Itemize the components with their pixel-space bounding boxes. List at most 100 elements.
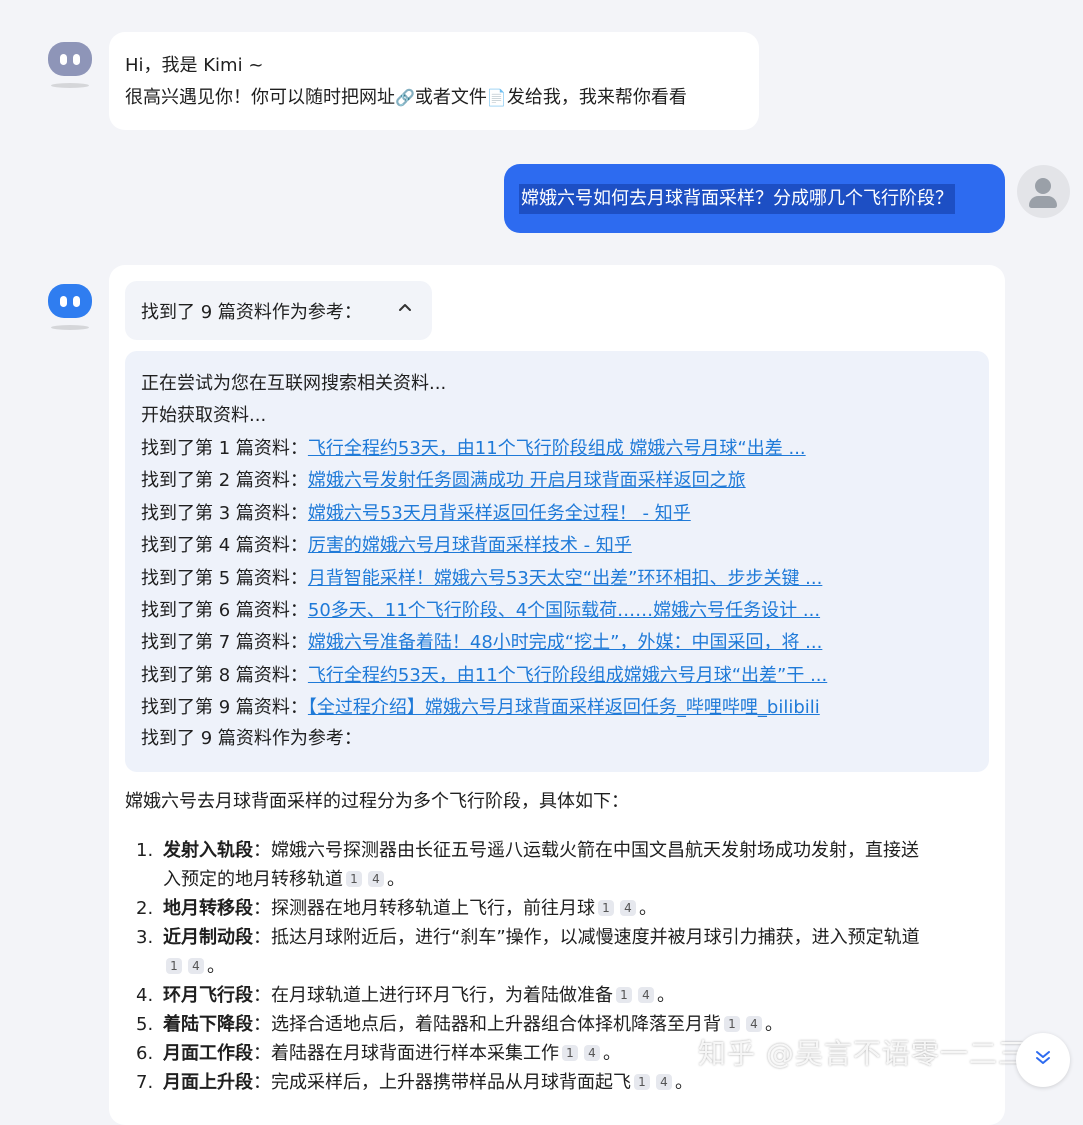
search-result-link[interactable]: 月背智能采样！嫦娥六号53天太空“出差”环环相扣、步步关键 ... [308, 568, 822, 589]
search-result-link[interactable]: 【全过程介绍】嫦娥六号月球背面采样返回任务_哔哩哔哩_bilibili [308, 697, 820, 718]
citation-badge[interactable]: 1 [598, 900, 614, 916]
step-end: 。 [639, 898, 657, 919]
user-message-text[interactable]: 嫦娥六号如何去月球背面采样？分成哪几个飞行阶段？ [519, 183, 955, 214]
step-title: 月面工作段 [163, 1043, 253, 1064]
citation-badge[interactable]: 4 [656, 1074, 672, 1090]
step-number: 6. [136, 1043, 154, 1064]
citation-badge[interactable]: 4 [620, 900, 636, 916]
step-text: 着陆器在月球背面进行样本采集工作 [271, 1043, 559, 1064]
greeting-text-a: 很高兴遇见你！你可以随时把网址 [125, 87, 395, 108]
citation-badge[interactable]: 1 [562, 1045, 578, 1061]
search-result-link[interactable]: 嫦娥六号发射任务圆满成功 开启月球背面采样返回之旅 [308, 470, 746, 491]
link-icon: 🔗 [395, 88, 415, 107]
search-result-link[interactable]: 50多天、11个飞行阶段、4个国际载荷……嫦娥六号任务设计 ... [308, 600, 820, 621]
search-result-row: 找到了第 3 篇资料：嫦娥六号53天月背采样返回任务全过程！ - 知乎 [141, 498, 691, 530]
search-result-row: 找到了第 4 篇资料：厉害的嫦娥六号月球背面采样技术 - 知乎 [141, 530, 632, 562]
step-number: 4. [136, 985, 154, 1006]
scroll-down-button[interactable] [1016, 1033, 1070, 1087]
search-result-prefix: 找到了第 5 篇资料： [141, 567, 308, 589]
watermark: 知乎 @吴言不语零一二三 [698, 1037, 1027, 1070]
search-result-link[interactable]: 嫦娥六号53天月背采样返回任务全过程！ - 知乎 [308, 503, 691, 524]
step-item: 1. 发射入轨段：嫦娥六号探测器由长征五号遥八运载火箭在中国文昌航天发射场成功发射… [136, 836, 996, 894]
citation-badge[interactable]: 1 [616, 987, 632, 1003]
step-item: 7. 月面上升段：完成采样后，上升器携带样品从月球背面起飞 1 4。 [136, 1068, 996, 1097]
search-result-row: 找到了第 9 篇资料：【全过程介绍】嫦娥六号月球背面采样返回任务_哔哩哔哩_bi… [141, 692, 820, 724]
step-text: 探测器在地月转移轨道上飞行，前往月球 [271, 898, 595, 919]
step-separator: ： [253, 985, 271, 1006]
citation-badge[interactable]: 1 [724, 1016, 740, 1032]
search-result-row: 找到了第 8 篇资料：飞行全程约53天，由11个飞行阶段组成嫦娥六号月球“出差”… [141, 660, 827, 692]
search-log: 正在尝试为您在互联网搜索相关资料... 开始获取资料... 找到了第 1 篇资料… [125, 351, 989, 772]
step-title: 环月飞行段 [163, 985, 253, 1006]
step-text: 选择合适地点后，着陆器和上升器组合体择机降落至月背 [271, 1014, 721, 1035]
greeting-bubble: Hi，我是 Kimi ~ 很高兴遇见你！你可以随时把网址🔗或者文件📄发给我，我来… [109, 32, 759, 130]
step-title: 地月转移段 [163, 898, 253, 919]
search-result-prefix: 找到了第 2 篇资料： [141, 470, 308, 492]
step-number: 1. [136, 840, 154, 861]
citation-badge[interactable]: 4 [746, 1016, 762, 1032]
step-number: 7. [136, 1072, 154, 1093]
greeting-text-b: 或者文件 [414, 87, 487, 108]
file-icon: 📄 [486, 88, 507, 107]
search-result-prefix: 找到了第 3 篇资料： [141, 502, 308, 524]
step-item: 3. 近月制动段：抵达月球附近后，进行“刹车”操作，以减慢速度并被月球引力捕获，进… [136, 923, 996, 981]
search-result-row: 找到了第 2 篇资料：嫦娥六号发射任务圆满成功 开启月球背面采样返回之旅 [141, 465, 746, 497]
sources-toggle-label: 找到了 9 篇资料作为参考： [141, 301, 362, 323]
user-message-bubble: 嫦娥六号如何去月球背面采样？分成哪几个飞行阶段？ [504, 164, 1005, 233]
citation-badge[interactable]: 4 [584, 1045, 600, 1061]
citation-badge[interactable]: 4 [368, 871, 384, 887]
search-result-prefix: 找到了第 7 篇资料： [141, 632, 308, 654]
chevron-up-icon [398, 299, 412, 320]
step-title: 着陆下降段 [163, 1014, 253, 1035]
person-icon [1035, 178, 1051, 194]
answer-intro: 嫦娥六号去月球背面采样的过程分为多个飞行阶段，具体如下： [125, 791, 629, 812]
step-end: 。 [675, 1072, 693, 1093]
step-separator: ： [253, 1072, 271, 1093]
greeting-text-c: 发给我，我来帮你看看 [506, 87, 687, 108]
search-result-link[interactable]: 厉害的嫦娥六号月球背面采样技术 - 知乎 [308, 535, 632, 556]
step-text: 抵达月球附近后，进行“刹车”操作，以减慢速度并被月球引力捕获，进入预定轨道 [271, 927, 920, 948]
search-result-link[interactable]: 飞行全程约53天，由11个飞行阶段组成 嫦娥六号月球“出差 ... [308, 438, 806, 459]
search-result-link[interactable]: 嫦娥六号准备着陆！48小时完成“挖土”，外媒：中国采回，将 ... [308, 632, 822, 653]
citation-badge[interactable]: 4 [188, 958, 204, 974]
step-item: 2. 地月转移段：探测器在地月转移轨道上飞行，前往月球 1 4。 [136, 894, 996, 923]
search-footer: 找到了 9 篇资料作为参考： [141, 728, 362, 749]
kimi-avatar [45, 276, 95, 330]
citation-badge[interactable]: 1 [166, 958, 182, 974]
step-title: 近月制动段 [163, 927, 253, 948]
step-number: 5. [136, 1014, 154, 1035]
step-item: 4. 环月飞行段：在月球轨道上进行环月飞行，为着陆做准备 1 4。 [136, 981, 996, 1010]
search-result-prefix: 找到了第 1 篇资料： [141, 438, 308, 459]
search-result-prefix: 找到了第 6 篇资料： [141, 600, 308, 621]
greeting-line1: Hi，我是 Kimi ~ [125, 55, 264, 76]
step-end: 。 [207, 956, 225, 977]
sources-toggle[interactable]: 找到了 9 篇资料作为参考： [125, 281, 432, 340]
step-end: 。 [657, 985, 675, 1006]
user-avatar[interactable] [1017, 165, 1070, 218]
double-chevron-down-icon [1033, 1047, 1053, 1073]
step-continuation: 入预定的地月转移轨道 1 4。 [136, 865, 996, 894]
search-result-prefix: 找到了第 4 篇资料： [141, 535, 308, 557]
step-separator: ： [253, 927, 271, 948]
search-result-row: 找到了第 7 篇资料：嫦娥六号准备着陆！48小时完成“挖土”，外媒：中国采回，将… [141, 627, 822, 659]
greeting-line2: 很高兴遇见你！你可以随时把网址🔗或者文件📄发给我，我来帮你看看 [125, 82, 687, 114]
step-number: 2. [136, 898, 154, 919]
step-text-continued: 入预定的地月转移轨道 [163, 869, 343, 890]
search-result-link[interactable]: 飞行全程约53天，由11个飞行阶段组成嫦娥六号月球“出差”干 ... [308, 665, 827, 686]
citation-badge[interactable]: 1 [346, 871, 362, 887]
citation-badge[interactable]: 1 [634, 1074, 650, 1090]
search-result-row: 找到了第 5 篇资料：月背智能采样！嫦娥六号53天太空“出差”环环相扣、步步关键… [141, 563, 822, 595]
step-separator: ： [253, 898, 271, 919]
step-title: 发射入轨段 [163, 840, 253, 861]
step-title: 月面上升段 [163, 1072, 253, 1093]
step-separator: ： [253, 1014, 271, 1035]
step-text: 嫦娥六号探测器由长征五号遥八运载火箭在中国文昌航天发射场成功发射，直接送 [271, 840, 919, 861]
search-result-prefix: 找到了第 9 篇资料： [141, 697, 308, 719]
step-text: 在月球轨道上进行环月飞行，为着陆做准备 [271, 985, 613, 1006]
citation-badge[interactable]: 4 [638, 987, 654, 1003]
step-end: 。 [603, 1043, 621, 1064]
search-trying: 正在尝试为您在互联网搜索相关资料... [141, 373, 447, 394]
step-end: 。 [387, 869, 405, 890]
search-result-row: 找到了第 6 篇资料：50多天、11个飞行阶段、4个国际载荷……嫦娥六号任务设计… [141, 595, 820, 627]
step-separator: ： [253, 840, 271, 861]
